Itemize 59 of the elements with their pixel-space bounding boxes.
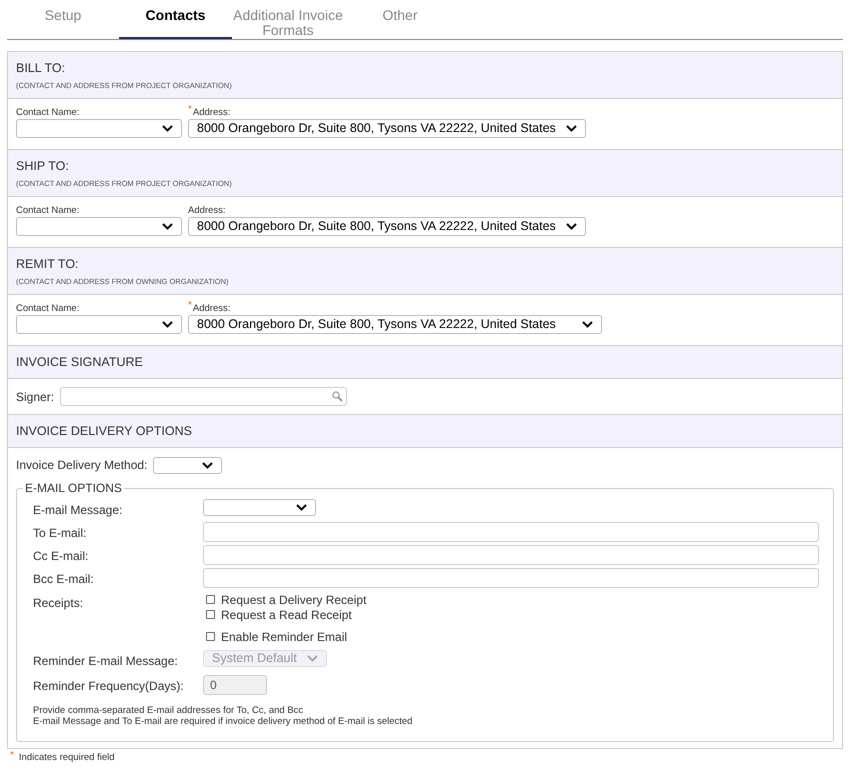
chevron-icon xyxy=(566,223,577,230)
tab[interactable]: Setup xyxy=(7,0,119,39)
checkbox[interactable] xyxy=(206,595,215,604)
section-title: INVOICE SIGNATURE xyxy=(16,354,144,371)
address-select[interactable]: 8000 Orangeboro Dr, Suite 800, Tysons VA 22222, United States xyxy=(188,119,586,138)
section-title: SHIP TO: xyxy=(16,158,70,174)
email-field[interactable] xyxy=(203,568,819,588)
email-field[interactable] xyxy=(203,545,819,565)
section-title: INVOICE DELIVERY OPTIONS xyxy=(16,422,193,440)
required-mark: * xyxy=(188,302,192,313)
chevron-icon xyxy=(566,125,577,132)
chevron-icon xyxy=(296,504,307,511)
email-field[interactable] xyxy=(203,522,819,542)
field-label: Reminder Frequency(Days): xyxy=(33,678,185,695)
footnote: Indicates required field xyxy=(18,751,114,765)
chevron-icon xyxy=(162,125,173,132)
chevron-icon xyxy=(162,321,173,328)
section-title: BILL TO: xyxy=(16,60,66,76)
checkbox-label: Request a Delivery Receipt xyxy=(221,592,366,608)
field-label: Reminder E-mail Message: xyxy=(33,653,179,670)
field-label: Address: xyxy=(192,106,230,119)
tab[interactable]: Contacts xyxy=(119,0,232,39)
contact-name-select[interactable] xyxy=(16,315,182,334)
required-mark: * xyxy=(188,106,192,117)
checkbox[interactable] xyxy=(206,632,215,641)
chevron-icon xyxy=(162,223,173,230)
checkbox-label: Enable Reminder Email xyxy=(221,628,348,646)
signer-field[interactable] xyxy=(60,387,348,406)
field-label: Receipts: xyxy=(33,595,84,612)
field-label: Contact Name: xyxy=(16,204,80,217)
field-label: To E-mail: xyxy=(33,525,88,542)
delivery-method-select[interactable] xyxy=(153,456,222,474)
help-note: Provide comma-separated E-mail addresses for To, Cc, and Bcc xyxy=(33,705,304,716)
field-label: Address: xyxy=(192,302,230,315)
tab[interactable]: Additional Invoice Formats xyxy=(232,0,344,39)
field-label: E-mail Message: xyxy=(33,502,124,519)
chevron-icon xyxy=(582,321,593,328)
field-label: Bcc E-mail: xyxy=(33,571,95,588)
contact-name-select[interactable] xyxy=(16,217,182,236)
field-label: Invoice Delivery Method: xyxy=(16,457,148,474)
chevron-icon xyxy=(306,655,318,662)
chevron-icon xyxy=(202,462,214,468)
help-note: E-mail Message and To E-mail are required if invoice delivery method of E-mail is selected xyxy=(33,716,414,727)
field-label: Contact Name: xyxy=(16,106,80,119)
contact-name-select[interactable] xyxy=(16,119,182,138)
address-select[interactable]: 8000 Orangeboro Dr, Suite 800, Tysons VA 22222, United States xyxy=(188,315,602,334)
tab[interactable]: Other xyxy=(344,0,456,39)
group-legend: E-MAIL OPTIONS xyxy=(23,479,124,497)
field-label: Signer: xyxy=(16,388,54,406)
section-title: REMIT TO: xyxy=(16,256,80,272)
field-label: Contact Name: xyxy=(16,302,80,315)
field-label: Address: xyxy=(188,204,226,217)
checkbox[interactable] xyxy=(206,610,215,619)
address-select[interactable]: 8000 Orangeboro Dr, Suite 800, Tysons VA 22222, United States xyxy=(188,217,586,236)
field-label: Cc E-mail: xyxy=(33,548,90,565)
checkbox-label: Request a Read Receipt xyxy=(221,606,352,624)
message-select[interactable] xyxy=(203,499,316,516)
required-mark: * xyxy=(10,751,14,760)
search-icon xyxy=(332,391,344,402)
